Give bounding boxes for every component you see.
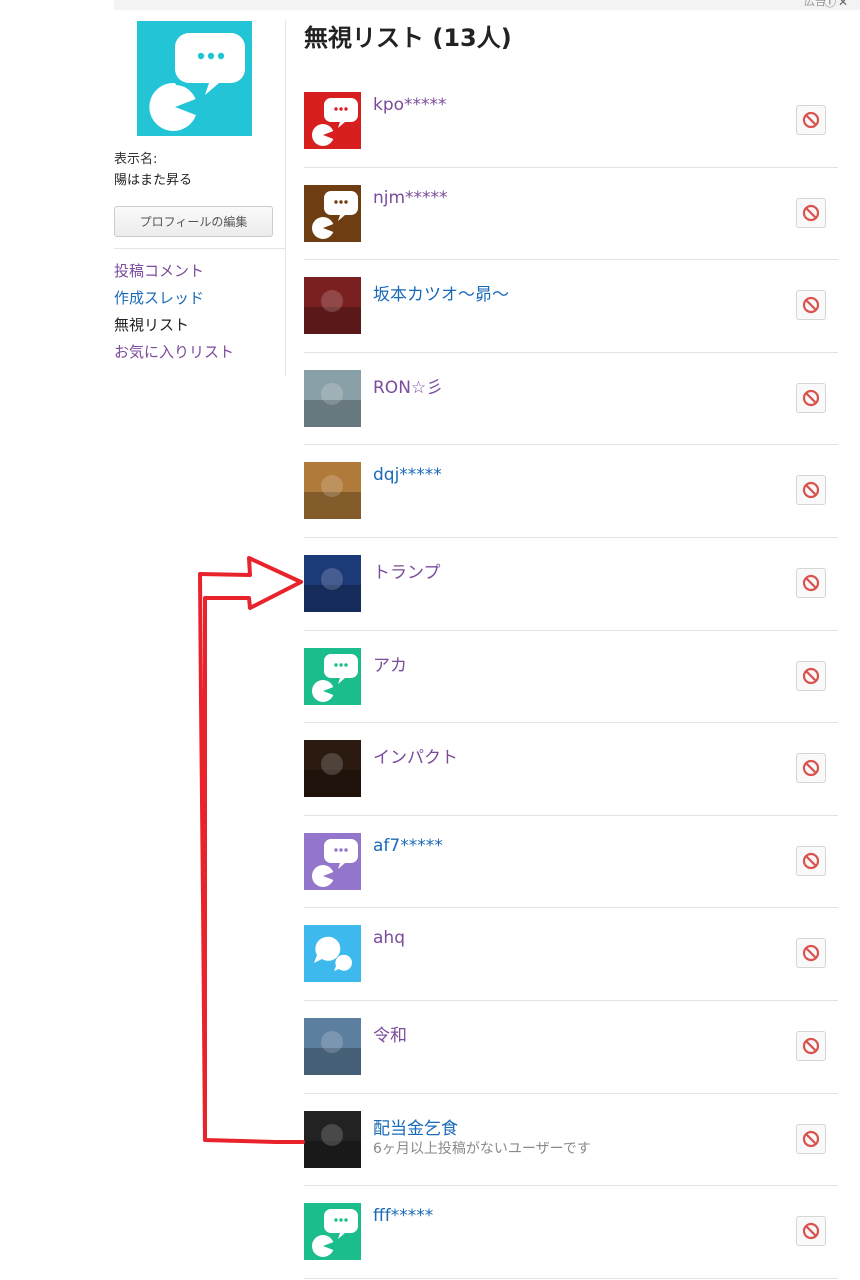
- unblock-button[interactable]: [796, 567, 826, 598]
- close-icon[interactable]: ✕: [838, 0, 848, 8]
- user-name-link[interactable]: kpo*****: [373, 95, 447, 115]
- edit-profile-button[interactable]: プロフィールの編集: [114, 206, 273, 237]
- user-row: RON☆彡: [304, 353, 838, 446]
- unblock-button[interactable]: [796, 660, 826, 691]
- user-avatar[interactable]: [304, 184, 361, 242]
- user-note: 6ヶ月以上投稿がないユーザーです: [373, 1140, 591, 1157]
- user-avatar[interactable]: [304, 740, 361, 798]
- unblock-button[interactable]: [796, 753, 826, 784]
- user-name-link[interactable]: RON☆彡: [373, 373, 443, 398]
- user-row: af7*****: [304, 816, 838, 909]
- user-row: インパクト: [304, 723, 838, 816]
- sidebar-item-posted-comments[interactable]: 投稿コメント: [114, 260, 234, 287]
- sidebar-divider: [114, 248, 286, 249]
- ban-icon: [802, 1223, 820, 1240]
- ban-icon: [802, 852, 820, 869]
- ban-icon: [802, 574, 820, 592]
- profile-avatar: [137, 21, 252, 136]
- ban-icon: [802, 667, 820, 684]
- user-avatar[interactable]: [304, 462, 361, 520]
- unblock-button[interactable]: [796, 1123, 826, 1154]
- user-name-link[interactable]: dqj*****: [373, 465, 442, 485]
- info-icon[interactable]: ⓘ: [824, 0, 836, 8]
- ban-icon: [802, 1130, 820, 1147]
- unblock-button[interactable]: [796, 1216, 826, 1247]
- user-row: njm*****: [304, 168, 838, 261]
- ad-label: 広告: [804, 0, 826, 8]
- ignored-user-list: kpo***** njm***** 坂本カツオ〜昴〜 RON☆彡 dqj***** トラン…: [304, 75, 838, 1279]
- profile-sidebar: 表示名: 陽はまた昇る プロフィールの編集 投稿コメント 作成スレッド 無視リス…: [114, 20, 286, 376]
- ban-icon: [802, 204, 820, 221]
- user-avatar[interactable]: [304, 1203, 361, 1261]
- sidebar-item-created-threads[interactable]: 作成スレッド: [114, 287, 234, 314]
- user-row: ahq: [304, 908, 838, 1001]
- user-name-link[interactable]: ahq: [373, 928, 405, 948]
- user-avatar[interactable]: [304, 1017, 361, 1075]
- user-row: 配当金乞食 6ヶ月以上投稿がないユーザーです: [304, 1094, 838, 1187]
- user-name-link[interactable]: af7*****: [373, 836, 443, 856]
- user-name-link[interactable]: fff*****: [373, 1206, 433, 1226]
- user-avatar[interactable]: [304, 92, 361, 149]
- unblock-button[interactable]: [796, 1030, 826, 1061]
- user-avatar[interactable]: [304, 925, 361, 983]
- unblock-button[interactable]: [796, 197, 826, 228]
- user-name-link[interactable]: 配当金乞食: [373, 1114, 458, 1139]
- user-row: アカ: [304, 631, 838, 724]
- ban-icon: [802, 111, 820, 129]
- unblock-button[interactable]: [796, 938, 826, 969]
- user-name-link[interactable]: トランプ: [373, 558, 441, 583]
- user-row: 坂本カツオ〜昴〜: [304, 260, 838, 353]
- chat-bubble-icon: [149, 33, 245, 131]
- sidebar-nav: 投稿コメント 作成スレッド 無視リスト お気に入りリスト: [114, 260, 234, 368]
- display-name-label: 表示名:: [114, 152, 158, 167]
- ban-icon: [802, 945, 820, 962]
- ban-icon: [802, 1037, 820, 1055]
- unblock-button[interactable]: [796, 105, 826, 135]
- user-row: 令和: [304, 1001, 838, 1094]
- ban-icon: [802, 760, 820, 777]
- ban-icon: [802, 297, 820, 314]
- unblock-button[interactable]: [796, 845, 826, 876]
- sidebar-item-favorites-list[interactable]: お気に入りリスト: [114, 341, 234, 368]
- ban-icon: [802, 389, 820, 406]
- user-name-link[interactable]: njm*****: [373, 188, 448, 208]
- user-name-link[interactable]: アカ: [373, 651, 407, 676]
- unblock-button[interactable]: [796, 475, 826, 506]
- user-name-link[interactable]: 令和: [373, 1021, 407, 1046]
- user-row: fff*****: [304, 1186, 838, 1279]
- user-avatar[interactable]: [304, 1110, 361, 1168]
- user-row: dqj*****: [304, 445, 838, 538]
- unblock-button[interactable]: [796, 290, 826, 321]
- display-name: 陽はまた昇る: [114, 173, 193, 188]
- user-row: kpo*****: [304, 75, 838, 168]
- sidebar-item-ignore-list: 無視リスト: [114, 316, 190, 334]
- top-ad-bar: 広告 ⓘ ✕: [114, 0, 860, 10]
- user-name-link[interactable]: 坂本カツオ〜昴〜: [373, 280, 509, 305]
- user-avatar[interactable]: [304, 554, 361, 612]
- page-title: 無視リスト (13人): [304, 24, 512, 52]
- user-row: トランプ: [304, 538, 838, 631]
- user-avatar[interactable]: [304, 647, 361, 705]
- user-avatar[interactable]: [304, 832, 361, 890]
- user-avatar[interactable]: [304, 277, 361, 335]
- ban-icon: [802, 482, 820, 499]
- unblock-button[interactable]: [796, 382, 826, 413]
- user-avatar[interactable]: [304, 369, 361, 427]
- user-name-link[interactable]: インパクト: [373, 743, 458, 768]
